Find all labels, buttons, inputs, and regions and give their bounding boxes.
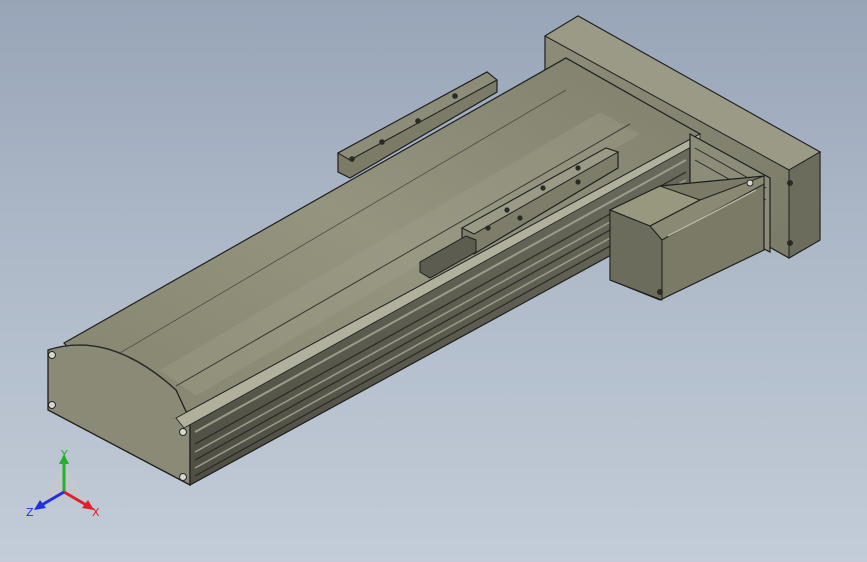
carriage-hole	[504, 207, 510, 213]
end-cap-screw	[48, 351, 56, 359]
carriage-hole	[485, 225, 491, 231]
carriage-hole	[540, 185, 546, 191]
end-cap-screw	[179, 428, 187, 436]
y-axis-label: Y	[60, 448, 68, 461]
plate-bolt-hole	[787, 180, 793, 186]
end-cap-screw	[179, 473, 187, 481]
bracket-hole	[415, 118, 421, 124]
plate-bolt-hole	[787, 240, 793, 246]
motor-screw	[746, 179, 754, 187]
z-axis-label: Z	[26, 506, 34, 519]
actuator-3d-model[interactable]	[0, 0, 867, 562]
carriage-hole	[575, 165, 581, 171]
carriage-hole	[575, 179, 581, 185]
cad-graphics-viewport[interactable]: Y X Z	[0, 0, 867, 562]
actuator-body	[47, 57, 702, 487]
carriage-hole	[517, 215, 523, 221]
orientation-triad[interactable]: Y X Z	[24, 448, 104, 524]
x-axis-label: X	[92, 506, 100, 519]
bracket-hole	[452, 93, 458, 99]
bracket-hole	[349, 156, 355, 162]
motor-screw	[657, 289, 663, 295]
end-cap-screw	[48, 401, 56, 409]
bracket-hole	[379, 139, 385, 145]
